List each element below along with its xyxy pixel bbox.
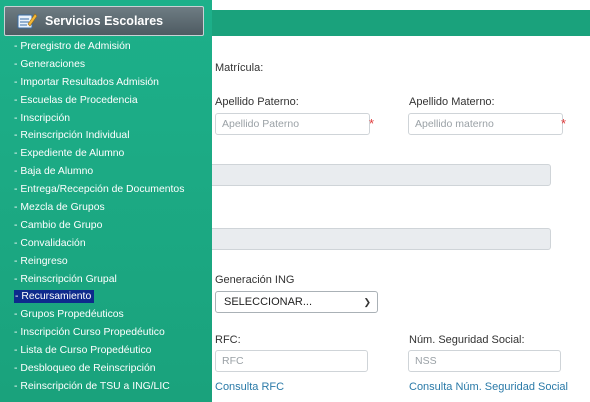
matricula-label: Matrícula:: [215, 62, 264, 74]
disabled-field-2: [202, 228, 551, 250]
sidebar-header[interactable]: Servicios Escolares: [4, 6, 204, 36]
rfc-input[interactable]: [215, 350, 368, 372]
rfc-label: RFC:: [215, 334, 241, 346]
sidebar-item-escuelas[interactable]: - Escuelas de Procedencia: [0, 92, 212, 110]
required-mark: *: [369, 116, 375, 131]
sidebar-item-mezcla-grupos[interactable]: - Mezcla de Grupos: [0, 199, 212, 217]
chevron-down-icon: ❯: [363, 297, 371, 307]
sidebar-item-preregistro[interactable]: - Preregistro de Admisión: [0, 38, 212, 56]
sidebar-item-entrega-documentos[interactable]: - Entrega/Recepción de Documentos: [0, 181, 212, 199]
nss-label: Núm. Seguridad Social:: [409, 334, 525, 346]
sidebar-item-cambio-grupo[interactable]: - Cambio de Grupo: [0, 217, 212, 235]
main-content: Matrícula: Apellido Paterno: * Apellido …: [202, 36, 590, 402]
sidebar-menu: - Preregistro de Admisión - Generaciones…: [0, 38, 212, 396]
sidebar-item-inscripcion[interactable]: - Inscripción: [0, 110, 212, 128]
generacion-select[interactable]: SELECCIONAR... ❯: [215, 291, 378, 313]
sidebar-item-generaciones[interactable]: - Generaciones: [0, 56, 212, 74]
apellido-materno-label: Apellido Materno:: [409, 96, 495, 108]
nss-input[interactable]: [408, 350, 561, 372]
sidebar-item-convalidacion[interactable]: - Convalidación: [0, 235, 212, 253]
generacion-label: Generación ING: [215, 274, 295, 286]
apellido-materno-input[interactable]: [408, 113, 563, 135]
consulta-rfc-link[interactable]: Consulta RFC: [215, 381, 284, 393]
notebook-pencil-icon: [17, 12, 38, 30]
sidebar-item-expediente[interactable]: - Expediente de Alumno: [0, 145, 212, 163]
consulta-nss-link[interactable]: Consulta Núm. Seguridad Social: [409, 381, 568, 393]
sidebar-item-lista-propedeutico[interactable]: - Lista de Curso Propedéutico: [0, 342, 212, 360]
sidebar-item-recursamiento[interactable]: - Recursamiento: [0, 288, 212, 306]
sidebar-item-reinscripcion-individual[interactable]: - Reinscripción Individual: [0, 127, 212, 145]
sidebar-item-desbloqueo[interactable]: - Desbloqueo de Reinscripción: [0, 360, 212, 378]
generacion-select-value: SELECCIONAR...: [224, 296, 313, 308]
sidebar-item-inscripcion-propedeutico[interactable]: - Inscripción Curso Propedéutico: [0, 324, 212, 342]
required-mark: *: [561, 116, 567, 131]
sidebar-item-importar-resultados[interactable]: - Importar Resultados Admisión: [0, 74, 212, 92]
apellido-paterno-label: Apellido Paterno:: [215, 96, 299, 108]
sidebar-item-reinscripcion-grupal[interactable]: - Reinscripción Grupal: [0, 271, 212, 289]
sidebar-item-reinscripcion-tsu[interactable]: - Reinscripción de TSU a ING/LIC: [0, 378, 212, 396]
sidebar-item-grupos-propedeuticos[interactable]: - Grupos Propedéuticos: [0, 306, 212, 324]
sidebar-item-baja[interactable]: - Baja de Alumno: [0, 163, 212, 181]
sidebar-item-reingreso[interactable]: - Reingreso: [0, 253, 212, 271]
sidebar-title: Servicios Escolares: [45, 14, 164, 28]
disabled-field-1: [202, 164, 551, 186]
sidebar: Servicios Escolares - Preregistro de Adm…: [0, 0, 212, 402]
apellido-paterno-input[interactable]: [215, 113, 370, 135]
